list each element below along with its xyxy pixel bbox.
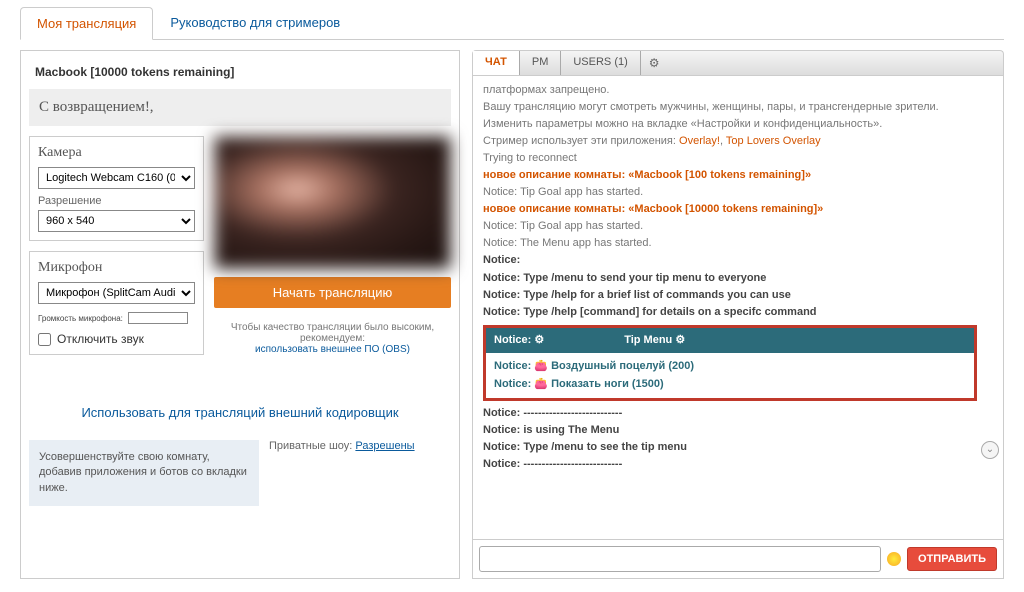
private-shows-label: Приватные шоу: [269,440,352,452]
mic-volume-input[interactable] [128,312,188,324]
chat-line: Notice: is using The Menu [483,422,977,439]
quality-rec-text: Чтобы качество трансляции было высоким, … [231,322,434,344]
chat-line: Notice: --------------------------- [483,456,977,473]
tab-streamer-guide[interactable]: Руководство для стримеров [153,6,357,39]
app-link[interactable]: Overlay! [679,135,720,147]
resolution-select[interactable]: 960 x 540 [38,210,195,232]
chat-line: Notice: Type /help for a brief list of c… [483,287,977,304]
resolution-label: Разрешение [38,195,195,207]
chat-line: Notice: Type /menu to see the tip menu [483,439,977,456]
mute-checkbox[interactable] [38,333,51,346]
obs-link[interactable]: использовать внешнее ПО (OBS) [255,344,410,355]
chat-line: Notice: [483,252,977,269]
chat-tab-pm[interactable]: PM [520,51,562,75]
camera-select[interactable]: Logitech Webcam C160 (046 [38,167,195,189]
chat-input[interactable] [479,546,881,572]
chat-line: Notice: Tip Goal app has started. [483,184,977,201]
external-encoder-link[interactable]: Использовать для трансляций внешний коди… [29,405,451,420]
chat-line: Notice: Type /menu to send your tip menu… [483,270,977,287]
chat-line: Notice: Tip Goal app has started. [483,218,977,235]
tip-item: Notice: 👛 Воздушный поцелуй (200) [494,357,966,376]
mic-volume-label: Громкость микрофона: [38,314,123,323]
gear-icon[interactable]: ⚙ [641,51,668,75]
tab-my-broadcast[interactable]: Моя трансляция [20,7,153,40]
private-shows-status[interactable]: Разрешены [355,440,414,452]
welcome-heading: С возвращением!, [29,89,451,126]
emoji-icon[interactable] [887,552,901,566]
start-broadcast-button[interactable]: Начать трансляцию [214,277,451,308]
chat-line: Notice: The Menu app has started. [483,235,977,252]
tip-menu-title: Tip Menu ⚙ [624,332,685,349]
chat-line: Notice: --------------------------- [483,405,977,422]
chat-line: Notice: Type /help [command] for details… [483,304,977,321]
mic-select[interactable]: Микрофон (SplitCam Audio M [38,282,195,304]
chat-tab-chat[interactable]: ЧАТ [473,51,520,75]
chat-tab-users[interactable]: USERS (1) [561,51,640,75]
chat-line: Стример использует эти приложения: Overl… [483,133,977,150]
send-button[interactable]: ОТПРАВИТЬ [907,547,997,571]
chat-line: Вашу трансляцию могут смотреть мужчины, … [483,99,977,133]
chat-line: Trying to reconnect [483,150,977,167]
tip-item: Notice: 👛 Показать ноги (1500) [494,375,966,394]
tip-menu-box: Notice: ⚙ Tip Menu ⚙ Notice: 👛 Воздушный… [483,325,977,401]
chat-line: новое описание комнаты: «Macbook [100 to… [483,167,977,184]
camera-heading: Камера [38,145,195,161]
app-link[interactable]: Top Lovers Overlay [726,135,821,147]
mute-label: Отключить звук [57,332,144,346]
scroll-down-icon[interactable]: ⌄ [981,441,999,459]
tip-menu-notice: Notice: ⚙ [494,332,544,349]
mic-heading: Микрофон [38,260,195,276]
room-title: Macbook [10000 tokens remaining] [29,59,451,85]
upgrade-room-notice: Усовершенствуйте свою комнату, добавив п… [29,440,259,506]
chat-line: новое описание комнаты: «Macbook [10000 … [483,201,977,218]
chat-line: платформах запрещено. [483,82,977,99]
video-preview [214,136,451,269]
